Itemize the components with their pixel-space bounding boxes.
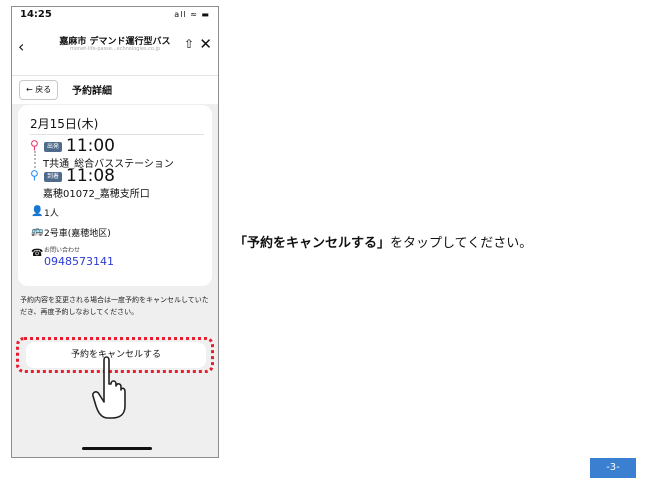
passenger-count: 1人 [44, 209, 59, 219]
instruction-text: 「予約をキャンセルする」をタップしてください。 [234, 232, 532, 251]
phone-icon: ☎ [31, 248, 44, 259]
bus-icon: 🚌 [31, 226, 44, 237]
contact-label: お問い合わせ [44, 247, 81, 254]
location-pin-icon: ⚲ [30, 168, 39, 182]
route-line [34, 151, 36, 168]
hand-pointer-icon [92, 356, 126, 419]
person-icon: 👤 [31, 206, 44, 217]
reservation-date: 2月15日(木) [30, 117, 99, 131]
vehicle-name: 2号車(嘉穂地区) [44, 229, 111, 239]
arrival-tag: 到着 [44, 172, 63, 182]
share-icon[interactable]: ⇧ [184, 37, 194, 51]
back-button[interactable]: ← 戻る [19, 80, 59, 100]
browser-header: ‹ 嘉麻市 デマンド運行型バス monet-life-passe...echno… [12, 23, 218, 75]
status-time: 14:25 [20, 9, 52, 20]
arrival-stop: 嘉穂01072_嘉穂支所口 [43, 189, 150, 200]
divider [30, 134, 204, 135]
close-icon[interactable]: ✕ [199, 35, 212, 53]
signal-wifi-battery-icon: all ≈ ▬ [174, 10, 210, 19]
departure-tag: 出発 [44, 142, 63, 152]
phone-number-link[interactable]: 0948573141 [44, 255, 114, 268]
home-indicator [82, 447, 152, 450]
change-notice: 予約内容を変更される場合は一度予約をキャンセルしていただき、再度予約しなおしてく… [20, 296, 209, 316]
page-title: 予約詳細 [72, 86, 112, 97]
location-pin-icon: ⚲ [30, 138, 39, 152]
instruction-highlight: 「予約をキャンセルする」 [234, 236, 391, 251]
departure-time: 11:00 [66, 136, 115, 156]
arrival-time: 11:08 [66, 166, 115, 186]
instruction-rest: をタップしてください。 [390, 236, 533, 251]
page-number-badge: -3- [590, 458, 636, 478]
status-bar: 14:25 all ≈ ▬ [12, 7, 218, 23]
reservation-card: 2月15日(木) ⚲ 出発 11:00 T共通_総合バスステーション ⚲ 到着 … [18, 105, 212, 286]
phone-screen: 14:25 all ≈ ▬ ‹ 嘉麻市 デマンド運行型バス monet-life… [11, 6, 219, 458]
page-subheader: ← 戻る 予約詳細 [12, 75, 218, 104]
